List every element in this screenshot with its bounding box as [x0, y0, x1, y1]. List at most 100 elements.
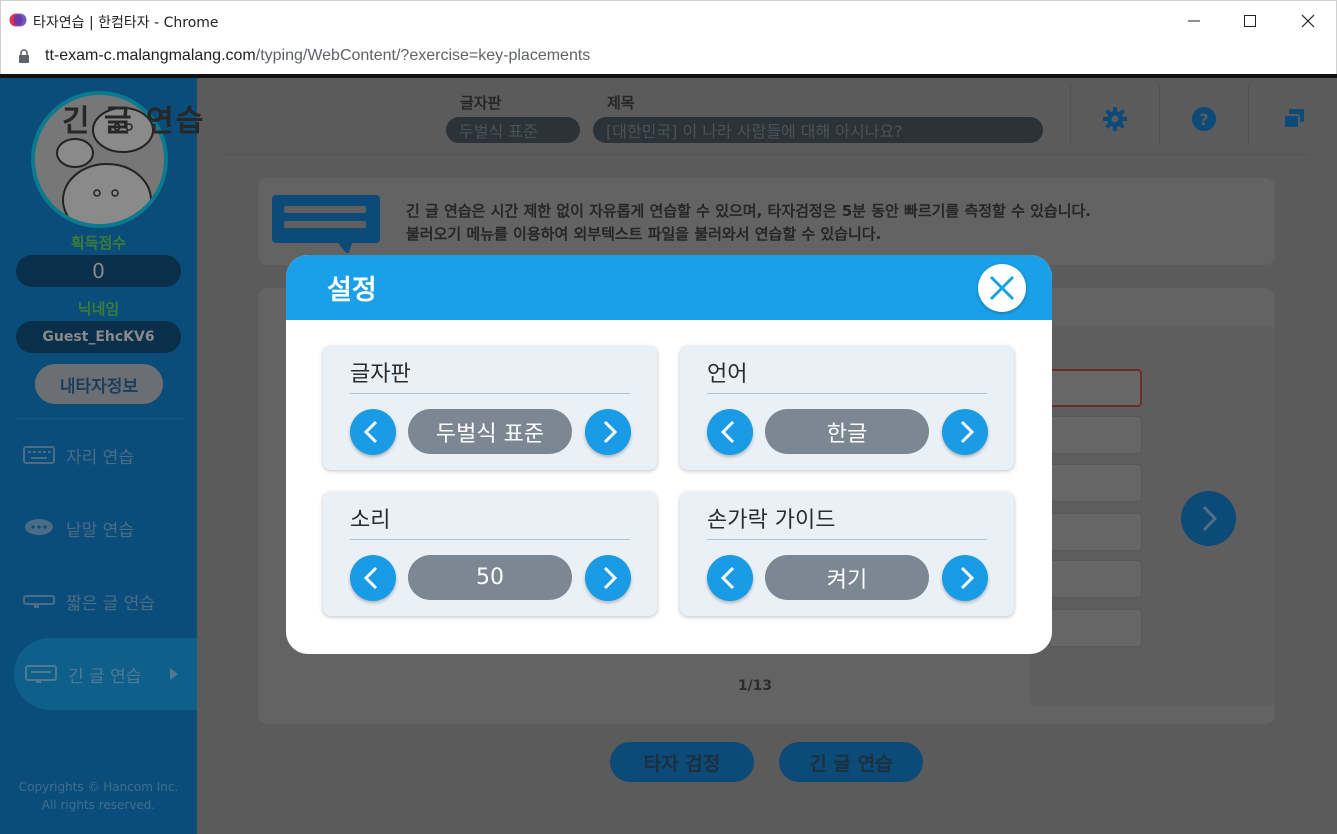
chevron-right-icon — [960, 566, 975, 590]
nickname-value: Guest_EhcKV6 — [16, 321, 181, 353]
maximize-button[interactable] — [1222, 1, 1278, 41]
gear-icon[interactable] — [1102, 106, 1128, 132]
url-host: tt-exam-c.malangmalang.com — [45, 47, 256, 64]
my-typing-info-button[interactable]: 내타자정보 — [35, 364, 163, 404]
score-label: 획득점수 — [70, 234, 127, 252]
close-icon — [989, 275, 1015, 301]
close-icon — [1301, 14, 1315, 28]
next-option-button[interactable] — [585, 555, 631, 601]
setting-label: 언어 — [707, 362, 748, 387]
sidebar-item-short-text[interactable]: 짧은 글 연습 — [22, 581, 197, 621]
copyright: Copyrights © Hancom Inc. All rights rese… — [0, 778, 197, 814]
lock-icon — [19, 49, 29, 63]
sidebar-item-label: 짧은 글 연습 — [66, 593, 156, 614]
typing-line-input[interactable] — [1048, 560, 1142, 598]
info-box: 긴 글 연습은 시간 제한 없이 자유롭게 연습할 수 있으며, 타자검정은 5… — [258, 178, 1275, 265]
info-line: 긴 글 연습은 시간 제한 없이 자유롭게 연습할 수 있으며, 타자검정은 5… — [406, 202, 1091, 220]
setting-value: 켜기 — [765, 555, 929, 600]
close-window-button[interactable] — [1280, 1, 1336, 41]
long-text-practice-button[interactable]: 긴 글 연습 — [779, 742, 923, 782]
chevron-left-icon — [363, 420, 378, 444]
copyright-line: All rights reserved. — [41, 798, 156, 812]
prev-option-button[interactable] — [350, 555, 396, 601]
page-title: 긴 글 연습 — [62, 104, 206, 139]
setting-card-sound: 소리 50 — [323, 492, 657, 616]
notice-chat-icon — [272, 195, 380, 253]
setting-card-keyboard: 글자판 두벌식 표준 — [323, 346, 657, 470]
setting-divider — [707, 539, 987, 540]
chevron-right-icon — [960, 420, 975, 444]
dialog-header: 설정 — [286, 255, 1052, 320]
sidebar-item-label: 긴 글 연습 — [68, 666, 142, 687]
nickname-label: 닉네임 — [77, 300, 120, 318]
sidebar-item-long-text[interactable]: 긴 글 연습 — [14, 638, 197, 710]
keyboard-icon — [23, 446, 55, 464]
header-divider — [1248, 84, 1249, 146]
caret-right-icon — [170, 668, 179, 680]
sidebar: 획득점수 0 닉네임 Guest_EhcKV6 내타자정보 자리 연습 낱말 연… — [0, 78, 197, 834]
typing-exam-button[interactable]: 타자 검정 — [610, 742, 754, 782]
page-indicator: 1/13 — [737, 678, 773, 694]
help-icon[interactable]: ? — [1191, 106, 1217, 132]
browser-titlebar: 타자연습 | 한컴타자 - Chrome — [0, 0, 1337, 40]
copyright-line: Copyrights © Hancom Inc. — [18, 780, 179, 794]
setting-value: 두벌식 표준 — [408, 409, 572, 454]
info-text: 긴 글 연습은 시간 제한 없이 자유롭게 연습할 수 있으며, 타자검정은 5… — [406, 200, 1091, 246]
info-line: 불러오기 메뉴를 이용하여 외부텍스트 파일을 불러와서 연습할 수 있습니다. — [406, 225, 882, 243]
dialog-title: 설정 — [327, 275, 377, 306]
next-option-button[interactable] — [942, 555, 988, 601]
settings-dialog: 설정 글자판 두벌식 표준 언어 한글 소리 50 손가락 가이드 켜기 — [286, 255, 1052, 654]
typing-line-input[interactable] — [1048, 464, 1142, 502]
next-page-button[interactable] — [1181, 491, 1236, 546]
setting-label: 소리 — [350, 508, 391, 533]
svg-text:?: ? — [1199, 110, 1208, 129]
address-bar[interactable]: tt-exam-c.malangmalang.com/typing/WebCon… — [0, 40, 1337, 74]
maximize-icon — [1244, 15, 1256, 27]
header-rule — [222, 154, 1310, 155]
subject-header-value: [대한민국] 이 나라 사람들에 대해 아시나요? — [593, 117, 1043, 143]
setting-divider — [350, 539, 630, 540]
setting-divider — [707, 393, 987, 394]
header-divider — [1159, 84, 1160, 146]
chevron-left-icon — [363, 566, 378, 590]
prev-option-button[interactable] — [707, 409, 753, 455]
next-option-button[interactable] — [942, 409, 988, 455]
chevron-left-icon — [720, 566, 735, 590]
header-divider — [1070, 84, 1071, 146]
setting-divider — [350, 393, 630, 394]
chevron-left-icon — [720, 420, 735, 444]
url-text[interactable]: tt-exam-c.malangmalang.com/typing/WebCon… — [45, 47, 590, 65]
typing-line-input[interactable] — [1048, 513, 1142, 551]
dialog-close-button[interactable] — [978, 264, 1026, 312]
sidebar-item-label: 낱말 연습 — [66, 520, 134, 541]
app-favicon-icon — [9, 13, 27, 27]
score-value: 0 — [16, 255, 181, 287]
sidebar-divider — [16, 418, 184, 419]
keyboard-header-value: 두벌식 표준 — [446, 117, 580, 143]
minimize-icon — [1188, 20, 1200, 22]
sidebar-item-words[interactable]: 낱말 연습 — [22, 508, 197, 548]
typing-line-input[interactable] — [1048, 416, 1142, 454]
prev-option-button[interactable] — [707, 555, 753, 601]
typing-line-input[interactable] — [1048, 609, 1142, 647]
setting-value: 한글 — [765, 409, 929, 454]
chevron-right-icon — [603, 420, 618, 444]
sidebar-item-key-placement[interactable]: 자리 연습 — [22, 435, 197, 475]
setting-label: 글자판 — [350, 362, 411, 387]
setting-label: 손가락 가이드 — [707, 508, 836, 533]
setting-card-language: 언어 한글 — [680, 346, 1014, 470]
chevron-right-icon — [1202, 505, 1218, 532]
minimize-button[interactable] — [1166, 1, 1222, 41]
url-path: /typing/WebContent/?exercise=key-placeme… — [255, 47, 591, 64]
setting-value: 50 — [408, 555, 572, 600]
setting-card-finger-guide: 손가락 가이드 켜기 — [680, 492, 1014, 616]
window-toggle-icon[interactable] — [1281, 106, 1307, 132]
sidebar-item-label: 자리 연습 — [66, 447, 134, 468]
next-option-button[interactable] — [585, 409, 631, 455]
typing-line-input[interactable] — [1048, 369, 1142, 407]
window-title: 타자연습 | 한컴타자 - Chrome — [33, 15, 219, 31]
chevron-right-icon — [603, 566, 618, 590]
speech-bubble-icon — [25, 519, 53, 535]
long-text-icon — [25, 665, 57, 683]
prev-option-button[interactable] — [350, 409, 396, 455]
